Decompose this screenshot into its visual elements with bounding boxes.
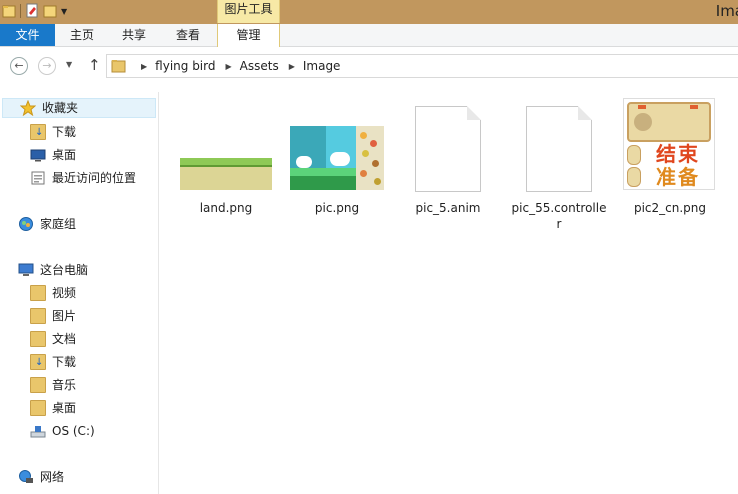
sidebar-item-label: 视频 [52,286,77,300]
file-item-land-png[interactable]: land.png [176,98,276,215]
tab-file[interactable]: 文件 [0,24,55,46]
sidebar-item-label: 下载 [52,355,77,369]
customize-toolbar-chevron-down-icon[interactable]: ▼ [61,7,67,16]
game-ui-thumbnail: 结束 准备 [623,98,715,190]
videos-folder-icon [30,285,46,301]
drive-icon [30,423,46,439]
sidebar-item-music[interactable]: 音乐 [30,375,76,395]
sidebar-item-label: OS (C:) [52,424,95,438]
downloads-folder-icon: ↓ [30,124,46,140]
sidebar-item-label: 这台电脑 [40,263,89,277]
desktop-folder-icon [30,400,46,416]
tab-share[interactable]: 共享 [114,24,154,46]
recent-locations-chevron-down-icon[interactable]: ▼ [66,60,72,69]
file-list: land.png pic.png pic_5.anim pic_55.contr… [160,92,738,494]
sidebar-item-network[interactable]: 网络 [18,467,64,487]
file-item-pic-55-controller[interactable]: pic_55.controlle r [509,98,609,232]
sidebar-item-label: 图片 [52,309,77,323]
window-title: Ima [715,2,738,20]
breadcrumb-flying-bird[interactable]: flying bird [155,59,215,73]
sidebar-item-favorites[interactable]: 收藏夹 [2,98,156,118]
sidebar-item-downloads[interactable]: ↓ 下载 [30,122,76,142]
file-item-pic-5-anim[interactable]: pic_5.anim [398,98,498,215]
sprite-sheet-thumbnail [290,126,384,190]
sidebar-item-label: 家庭组 [40,217,77,231]
pictures-folder-icon [30,308,46,324]
up-arrow-icon[interactable]: ↑ [88,56,101,74]
sidebar-item-this-pc[interactable]: 这台电脑 [18,260,88,280]
thumbnail-text-end: 结束 [656,142,700,166]
music-folder-icon [30,377,46,393]
title-bar: ▼ 图片工具 Ima [0,0,738,24]
sidebar-item-desktop[interactable]: 桌面 [30,145,76,165]
sidebar-item-recent-places[interactable]: 最近访问的位置 [30,168,136,188]
sidebar-item-documents[interactable]: 文档 [30,329,76,349]
navigation-pane: 收藏夹 ↓ 下载 桌面 最近访问的位置 家庭组 这台电脑 视频 图片 文档 ↓ … [0,92,159,494]
sidebar-item-label: 网络 [40,470,65,484]
downloads-folder-icon: ↓ [30,354,46,370]
breadcrumb-image[interactable]: Image [303,59,341,73]
sidebar-item-homegroup[interactable]: 家庭组 [18,214,76,234]
chevron-right-icon[interactable]: ▶ [289,62,295,71]
tab-view[interactable]: 查看 [166,24,210,46]
forward-button[interactable]: → [38,57,56,75]
star-icon [19,99,37,117]
file-item-pic-png[interactable]: pic.png [287,98,387,215]
chevron-right-icon[interactable]: ▶ [225,62,231,71]
land-thumbnail [180,158,272,190]
desktop-icon [30,147,46,163]
sidebar-item-pictures[interactable]: 图片 [30,306,76,326]
file-name-line-2: r [556,217,562,231]
sidebar-item-desktop-pc[interactable]: 桌面 [30,398,76,418]
sidebar-item-label: 收藏夹 [42,101,79,115]
new-folder-icon[interactable] [43,3,57,19]
file-name: pic_5.anim [415,201,481,215]
file-name: pic.png [314,201,360,215]
sidebar-item-label: 桌面 [52,148,77,162]
address-bar[interactable]: ▶ flying bird ▶ Assets ▶ Image [106,54,738,78]
quick-access-toolbar: ▼ [2,3,67,19]
file-name: pic2_cn.png [633,201,707,215]
navigation-bar: ← → ▼ ↑ ▶ flying bird ▶ Assets ▶ Image [0,47,738,87]
sidebar-item-label: 桌面 [52,401,77,415]
sidebar-item-label: 下载 [52,125,77,139]
computer-icon [18,262,34,278]
sidebar-item-label: 文档 [52,332,77,346]
sidebar-item-downloads-pc[interactable]: ↓ 下载 [30,352,76,372]
file-item-pic2-cn-png[interactable]: 结束 准备 pic2_cn.png [620,98,720,215]
file-name-line-1: pic_55.controlle [511,201,607,215]
folder-icon[interactable] [2,3,16,19]
thumbnail-text-ready: 准备 [656,165,700,189]
sidebar-item-videos[interactable]: 视频 [30,283,76,303]
file-name: land.png [199,201,253,215]
blank-document-icon [526,106,592,192]
homegroup-icon [18,216,34,232]
contextual-tab-group-label: 图片工具 [217,0,280,23]
network-icon [18,469,34,485]
folder-icon [111,58,126,77]
breadcrumb: ▶ flying bird ▶ Assets ▶ Image [131,59,340,73]
chevron-right-icon[interactable]: ▶ [141,62,147,71]
sidebar-item-label: 最近访问的位置 [52,171,137,185]
recent-places-icon [30,170,46,186]
properties-icon[interactable] [25,3,39,19]
tab-manage[interactable]: 管理 [217,24,280,47]
back-button[interactable]: ← [10,57,28,75]
breadcrumb-assets[interactable]: Assets [240,59,279,73]
blank-document-icon [415,106,481,192]
ribbon-tab-bar: 文件 主页 共享 查看 管理 [0,24,738,47]
sidebar-item-label: 音乐 [52,378,77,392]
tab-home[interactable]: 主页 [62,24,102,46]
sidebar-item-os-drive[interactable]: OS (C:) [30,421,95,441]
documents-folder-icon [30,331,46,347]
